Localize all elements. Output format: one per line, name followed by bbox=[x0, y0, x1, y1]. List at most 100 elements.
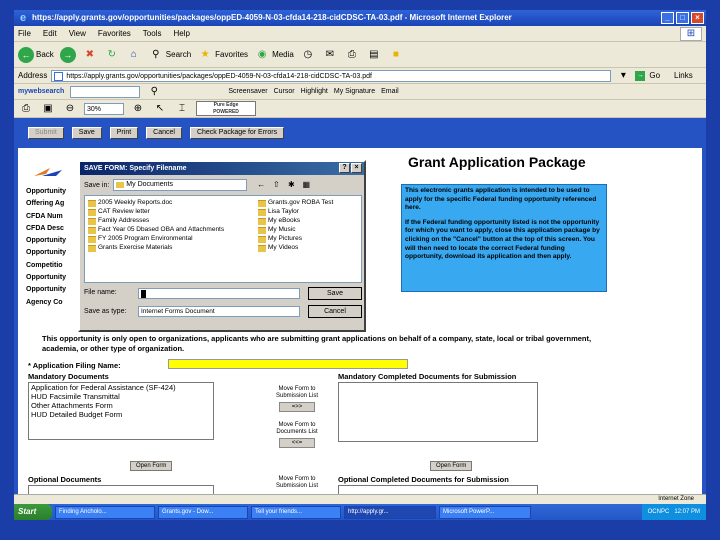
pointer-icon[interactable]: ↖ bbox=[152, 101, 168, 117]
menu-bar: File Edit View Favorites Tools Help ⊞ bbox=[14, 26, 706, 42]
file-list[interactable]: 2005 Weekly Reports.doc CAT Review lette… bbox=[84, 195, 362, 283]
open-form-mandatory-button[interactable]: Open Form bbox=[130, 461, 173, 471]
back-icon[interactable]: ← bbox=[255, 179, 267, 191]
cursor-button[interactable]: Cursor bbox=[274, 88, 295, 95]
list-item[interactable]: Other Attachments Form bbox=[31, 401, 213, 410]
refresh-icon[interactable]: ↻ bbox=[104, 47, 120, 63]
task-button[interactable]: Tell your friends... bbox=[251, 505, 341, 519]
dialog-help-button[interactable]: ? bbox=[339, 163, 350, 173]
viewer-zoom-out-icon[interactable]: ⊖ bbox=[62, 101, 78, 117]
page-title: Grant Application Package bbox=[408, 154, 586, 170]
submit-button[interactable]: Submit bbox=[28, 127, 64, 139]
save-button[interactable]: Save bbox=[71, 127, 102, 139]
address-dropdown-icon[interactable]: ▾ bbox=[615, 68, 631, 84]
menu-favorites[interactable]: Favorites bbox=[98, 29, 131, 38]
viewer-zoom-in-icon[interactable]: ⊕ bbox=[130, 101, 146, 117]
list-item[interactable]: Lisa Taylor bbox=[257, 207, 333, 216]
save-type-select[interactable]: Internet Forms Document bbox=[138, 306, 300, 317]
filing-name-label: * Application Filing Name: bbox=[28, 361, 121, 370]
dialog-cancel-button[interactable]: Cancel bbox=[308, 305, 362, 318]
pure-edge-logo-line2: POWERED bbox=[213, 109, 239, 115]
pure-edge-logo-line1: Pure Edge bbox=[213, 102, 239, 108]
file-name-input[interactable] bbox=[138, 288, 300, 299]
zoom-select[interactable]: 30% bbox=[84, 102, 124, 115]
open-form-completed-button[interactable]: Open Form bbox=[430, 461, 473, 471]
dialog-close-button[interactable]: × bbox=[351, 163, 362, 173]
task-button-active[interactable]: http://apply.gr... bbox=[344, 505, 436, 519]
go-button[interactable]: Go bbox=[649, 71, 660, 80]
media-button[interactable]: ◉ Media bbox=[254, 47, 294, 63]
cancel-button[interactable]: Cancel bbox=[146, 127, 182, 139]
list-item[interactable]: HUD Facsimile Transmittal bbox=[31, 392, 213, 401]
stop-icon[interactable]: ✖ bbox=[82, 47, 98, 63]
menu-help[interactable]: Help bbox=[173, 29, 189, 38]
label-opportunity-number: Opportunity bbox=[26, 237, 67, 245]
highlight-button[interactable]: Highlight bbox=[301, 88, 328, 95]
check-package-button[interactable]: Check Package for Errors bbox=[189, 127, 285, 139]
text-select-icon[interactable]: ⌶ bbox=[174, 101, 190, 117]
email-button[interactable]: Email bbox=[381, 88, 399, 95]
screensaver-button[interactable]: Screensaver bbox=[228, 88, 267, 95]
edit-icon[interactable]: ▤ bbox=[366, 47, 382, 63]
view-menu-icon[interactable]: ▦ bbox=[300, 179, 312, 191]
viewer-save-icon[interactable]: ▣ bbox=[40, 101, 56, 117]
print-button[interactable]: Print bbox=[109, 127, 139, 139]
optional-documents-list[interactable] bbox=[28, 485, 214, 494]
forward-button[interactable]: → bbox=[59, 46, 76, 63]
go-arrow-icon[interactable]: → bbox=[635, 70, 646, 81]
task-button[interactable]: Microsoft PowerP... bbox=[439, 505, 531, 519]
window-controls: _ □ × bbox=[661, 12, 704, 24]
history-icon[interactable]: ◷ bbox=[300, 47, 316, 63]
menu-edit[interactable]: Edit bbox=[43, 29, 57, 38]
completed-documents-list[interactable] bbox=[338, 382, 538, 442]
list-item[interactable]: My eBooks bbox=[257, 216, 333, 225]
mandatory-documents-title: Mandatory Documents bbox=[28, 372, 109, 381]
list-item[interactable]: My Videos bbox=[257, 243, 333, 252]
print-icon[interactable]: ⎙ bbox=[344, 47, 360, 63]
list-item[interactable]: Grants.gov ROBA Test bbox=[257, 198, 333, 207]
list-item[interactable]: Application for Federal Assistance (SF-4… bbox=[31, 383, 213, 392]
save-in-select[interactable]: My Documents bbox=[113, 179, 248, 191]
list-item[interactable]: 2005 Weekly Reports.doc bbox=[87, 198, 224, 207]
list-item[interactable]: Family Addresses bbox=[87, 216, 224, 225]
web-search-input[interactable] bbox=[70, 85, 141, 98]
list-item[interactable]: CAT Review letter bbox=[87, 207, 224, 216]
back-button[interactable]: ← Back bbox=[18, 46, 54, 63]
search-go-icon[interactable]: ⚲ bbox=[146, 84, 162, 100]
mandatory-documents-list[interactable]: Application for Federal Assistance (SF-4… bbox=[28, 382, 214, 440]
new-folder-icon[interactable]: ✱ bbox=[285, 179, 297, 191]
mail-icon[interactable]: ✉ bbox=[322, 47, 338, 63]
completed-documents-title: Mandatory Completed Documents for Submis… bbox=[338, 372, 517, 381]
up-folder-icon[interactable]: ⇧ bbox=[270, 179, 282, 191]
list-item[interactable]: Fact Year 05 Dbased OBA and Attachments bbox=[87, 225, 224, 234]
list-item[interactable]: HUD Detailed Budget Form bbox=[31, 410, 213, 419]
close-button[interactable]: × bbox=[691, 12, 704, 24]
minimize-button[interactable]: _ bbox=[661, 12, 674, 24]
start-button[interactable]: Start bbox=[14, 504, 52, 520]
file-column-2: Grants.gov ROBA Test Lisa Taylor My eBoo… bbox=[257, 198, 333, 252]
list-item[interactable]: FY 2005 Program Environmental bbox=[87, 234, 224, 243]
move-left-button[interactable]: <<= bbox=[279, 438, 315, 448]
menu-view[interactable]: View bbox=[69, 29, 86, 38]
list-item[interactable]: Grants Exercise Materials bbox=[87, 243, 224, 252]
home-icon[interactable]: ⌂ bbox=[126, 47, 142, 63]
viewer-print-icon[interactable]: ⎙ bbox=[18, 101, 34, 117]
grants-gov-logo bbox=[34, 168, 62, 176]
maximize-button[interactable]: □ bbox=[676, 12, 689, 24]
links-button[interactable]: Links bbox=[674, 71, 693, 80]
move-right-button[interactable]: =>> bbox=[279, 402, 315, 412]
filing-name-input[interactable] bbox=[168, 359, 408, 369]
list-item[interactable]: My Music bbox=[257, 225, 333, 234]
menu-tools[interactable]: Tools bbox=[143, 29, 162, 38]
signature-button[interactable]: My Signature bbox=[334, 88, 375, 95]
messenger-icon[interactable]: ■ bbox=[388, 47, 404, 63]
task-button[interactable]: Grants.gov - Dow... bbox=[158, 505, 248, 519]
menu-file[interactable]: File bbox=[18, 29, 31, 38]
task-button[interactable]: Finding Ancholo... bbox=[55, 505, 155, 519]
search-button[interactable]: ⚲ Search bbox=[148, 47, 191, 63]
dialog-save-button[interactable]: Save bbox=[308, 287, 362, 300]
favorites-button[interactable]: ★ Favorites bbox=[197, 47, 248, 63]
optional-completed-list[interactable] bbox=[338, 485, 538, 494]
address-input[interactable]: https://apply.grants.gov/opportunities/p… bbox=[51, 69, 612, 82]
list-item[interactable]: My Pictures bbox=[257, 234, 333, 243]
